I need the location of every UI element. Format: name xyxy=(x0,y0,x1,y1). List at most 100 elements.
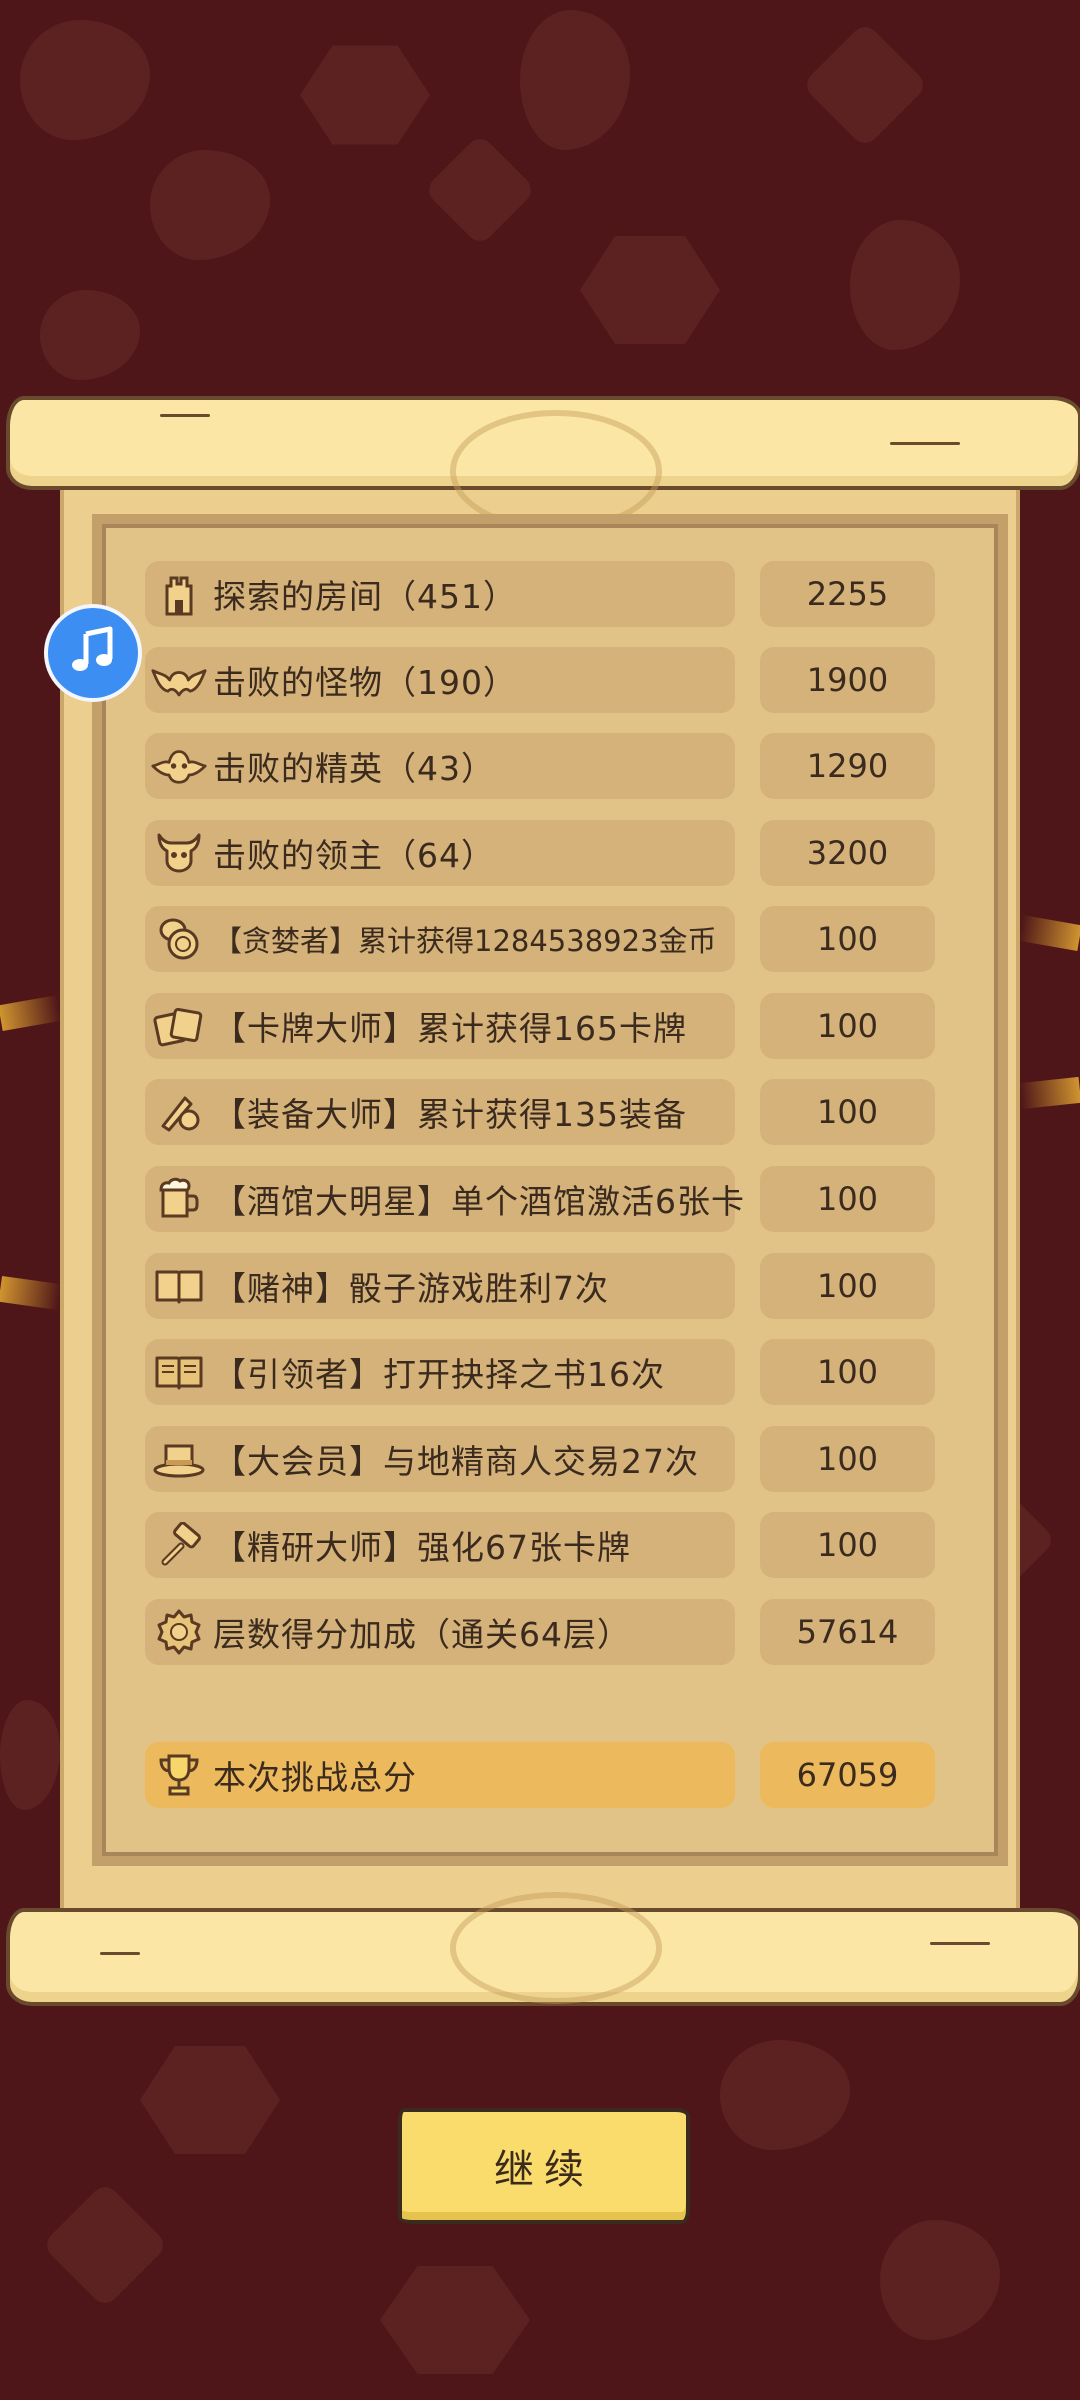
total-label-box: 本次挑战总分 xyxy=(145,1742,735,1808)
score-row-label-box: 【装备大师】累计获得135装备 xyxy=(145,1079,735,1145)
trophy-icon xyxy=(151,1750,207,1800)
score-row-label: 【引领者】打开抉择之书16次 xyxy=(213,1355,665,1394)
score-row-value: 100 xyxy=(760,906,935,972)
score-row-rooms: 探索的房间（451） 2255 xyxy=(145,561,935,627)
light-ray xyxy=(1018,914,1080,952)
total-value: 67059 xyxy=(760,1742,935,1808)
scroll-top-roll xyxy=(6,396,1080,532)
lion-badge-icon xyxy=(151,1607,207,1657)
scroll-line-mark xyxy=(930,1942,990,1945)
bg-hex-shape xyxy=(580,236,720,344)
music-button[interactable] xyxy=(44,604,142,702)
bg-blob-shape xyxy=(0,1700,60,1810)
score-row-monsters: 击败的怪物（190） 1900 xyxy=(145,647,935,713)
score-row-value: 2255 xyxy=(760,561,935,627)
hammer-icon xyxy=(151,1520,207,1570)
score-row-label: 探索的房间（451） xyxy=(213,577,517,616)
light-ray xyxy=(0,994,62,1032)
bg-blob-shape xyxy=(880,2220,1000,2340)
bg-blob-shape xyxy=(150,150,270,260)
score-row-label: 【精研大师】强化67张卡牌 xyxy=(213,1528,631,1567)
score-row-label: 【赌神】骰子游戏胜利7次 xyxy=(213,1269,609,1308)
score-row-label: 【卡牌大师】累计获得165卡牌 xyxy=(213,1009,687,1048)
castle-tower-icon xyxy=(151,569,207,619)
score-row-value: 100 xyxy=(760,1339,935,1405)
score-row-value: 100 xyxy=(760,1253,935,1319)
total-label: 本次挑战总分 xyxy=(213,1758,417,1797)
score-row-member: 【大会员】与地精商人交易27次 100 xyxy=(145,1426,935,1492)
score-row-value: 57614 xyxy=(760,1599,935,1665)
scroll-swirl xyxy=(450,1892,662,2004)
score-row-value: 100 xyxy=(760,1426,935,1492)
bg-blob-shape xyxy=(720,2040,850,2150)
bg-diamond-shape xyxy=(41,2181,169,2309)
score-row-total: 本次挑战总分 67059 xyxy=(145,1742,935,1808)
demon-face-icon xyxy=(151,741,207,791)
bg-hex-shape xyxy=(140,2046,280,2154)
score-row-value: 3200 xyxy=(760,820,935,886)
beer-mug-icon xyxy=(151,1174,207,1224)
scroll-line-mark xyxy=(160,414,210,417)
bg-hex-shape xyxy=(380,2266,530,2374)
bg-blob-shape xyxy=(520,10,630,150)
score-row-label: 【装备大师】累计获得135装备 xyxy=(213,1095,687,1134)
score-row-label-box: 【大会员】与地精商人交易27次 xyxy=(145,1426,735,1492)
score-row-label: 层数得分加成（通关64层） xyxy=(213,1615,631,1654)
score-row-equipment: 【装备大师】累计获得135装备 100 xyxy=(145,1079,935,1145)
score-row-guide: 【引领者】打开抉择之书16次 100 xyxy=(145,1339,935,1405)
equipment-icon xyxy=(151,1087,207,1137)
bg-diamond-shape xyxy=(423,133,537,247)
score-row-label: 击败的怪物（190） xyxy=(213,663,517,702)
score-row-cards: 【卡牌大师】累计获得165卡牌 100 xyxy=(145,993,935,1059)
score-row-label: 击败的领主（64） xyxy=(213,836,495,875)
score-row-upgrade: 【精研大师】强化67张卡牌 100 xyxy=(145,1512,935,1578)
music-note-icon xyxy=(68,626,118,680)
score-row-value: 100 xyxy=(760,993,935,1059)
score-row-label-box: 击败的精英（43） xyxy=(145,733,735,799)
score-row-floor-bonus: 层数得分加成（通关64层） 57614 xyxy=(145,1599,935,1665)
score-row-dice: 【赌神】骰子游戏胜利7次 100 xyxy=(145,1253,935,1319)
score-row-label-box: 【卡牌大师】累计获得165卡牌 xyxy=(145,993,735,1059)
bg-hex-shape xyxy=(300,45,430,145)
score-row-label: 击败的精英（43） xyxy=(213,749,495,788)
score-row-value: 100 xyxy=(760,1166,935,1232)
continue-button-label: 继续 xyxy=(494,2147,594,2193)
score-row-label-box: 【酒馆大明星】单个酒馆激活6张卡 xyxy=(145,1166,744,1232)
bg-blob-shape xyxy=(40,290,140,380)
light-ray xyxy=(0,1275,62,1311)
horned-skull-icon xyxy=(151,828,207,878)
book-icon xyxy=(151,1261,207,1311)
light-ray xyxy=(1018,1076,1080,1110)
score-row-value: 1290 xyxy=(760,733,935,799)
cards-icon xyxy=(151,1001,207,1051)
score-row-value: 100 xyxy=(760,1512,935,1578)
score-row-label-box: 【精研大师】强化67张卡牌 xyxy=(145,1512,735,1578)
bg-diamond-shape xyxy=(801,21,929,149)
score-row-greed: 【贪婪者】累计获得1284538923金币 100 xyxy=(145,906,935,972)
score-row-label-box: 层数得分加成（通关64层） xyxy=(145,1599,735,1665)
score-row-elites: 击败的精英（43） 1290 xyxy=(145,733,935,799)
score-row-label-box: 探索的房间（451） xyxy=(145,561,735,627)
score-row-tavern: 【酒馆大明星】单个酒馆激活6张卡 100 xyxy=(145,1166,935,1232)
top-hat-icon xyxy=(151,1434,207,1484)
score-row-label-box: 击败的领主（64） xyxy=(145,820,735,886)
bg-blob-shape xyxy=(850,220,960,350)
scroll-line-mark xyxy=(100,1952,140,1955)
continue-button[interactable]: 继续 xyxy=(398,2108,690,2224)
score-row-label: 【大会员】与地精商人交易27次 xyxy=(213,1442,699,1481)
score-row-label-box: 【贪婪者】累计获得1284538923金币 xyxy=(145,906,735,972)
score-row-label: 【贪婪者】累计获得1284538923金币 xyxy=(213,924,717,958)
scroll-bottom-roll xyxy=(6,1892,1080,2006)
scroll-line-mark xyxy=(890,442,960,445)
bg-blob-shape xyxy=(20,20,150,140)
coin-stack-icon xyxy=(151,914,207,964)
score-row-label: 【酒馆大明星】单个酒馆激活6张卡 xyxy=(213,1182,745,1221)
score-row-bosses: 击败的领主（64） 3200 xyxy=(145,820,935,886)
score-row-label-box: 【引领者】打开抉择之书16次 xyxy=(145,1339,735,1405)
score-row-label-box: 【赌神】骰子游戏胜利7次 xyxy=(145,1253,735,1319)
open-book-icon xyxy=(151,1347,207,1397)
score-row-value: 1900 xyxy=(760,647,935,713)
score-row-value: 100 xyxy=(760,1079,935,1145)
bat-icon xyxy=(151,655,207,705)
score-row-label-box: 击败的怪物（190） xyxy=(145,647,735,713)
